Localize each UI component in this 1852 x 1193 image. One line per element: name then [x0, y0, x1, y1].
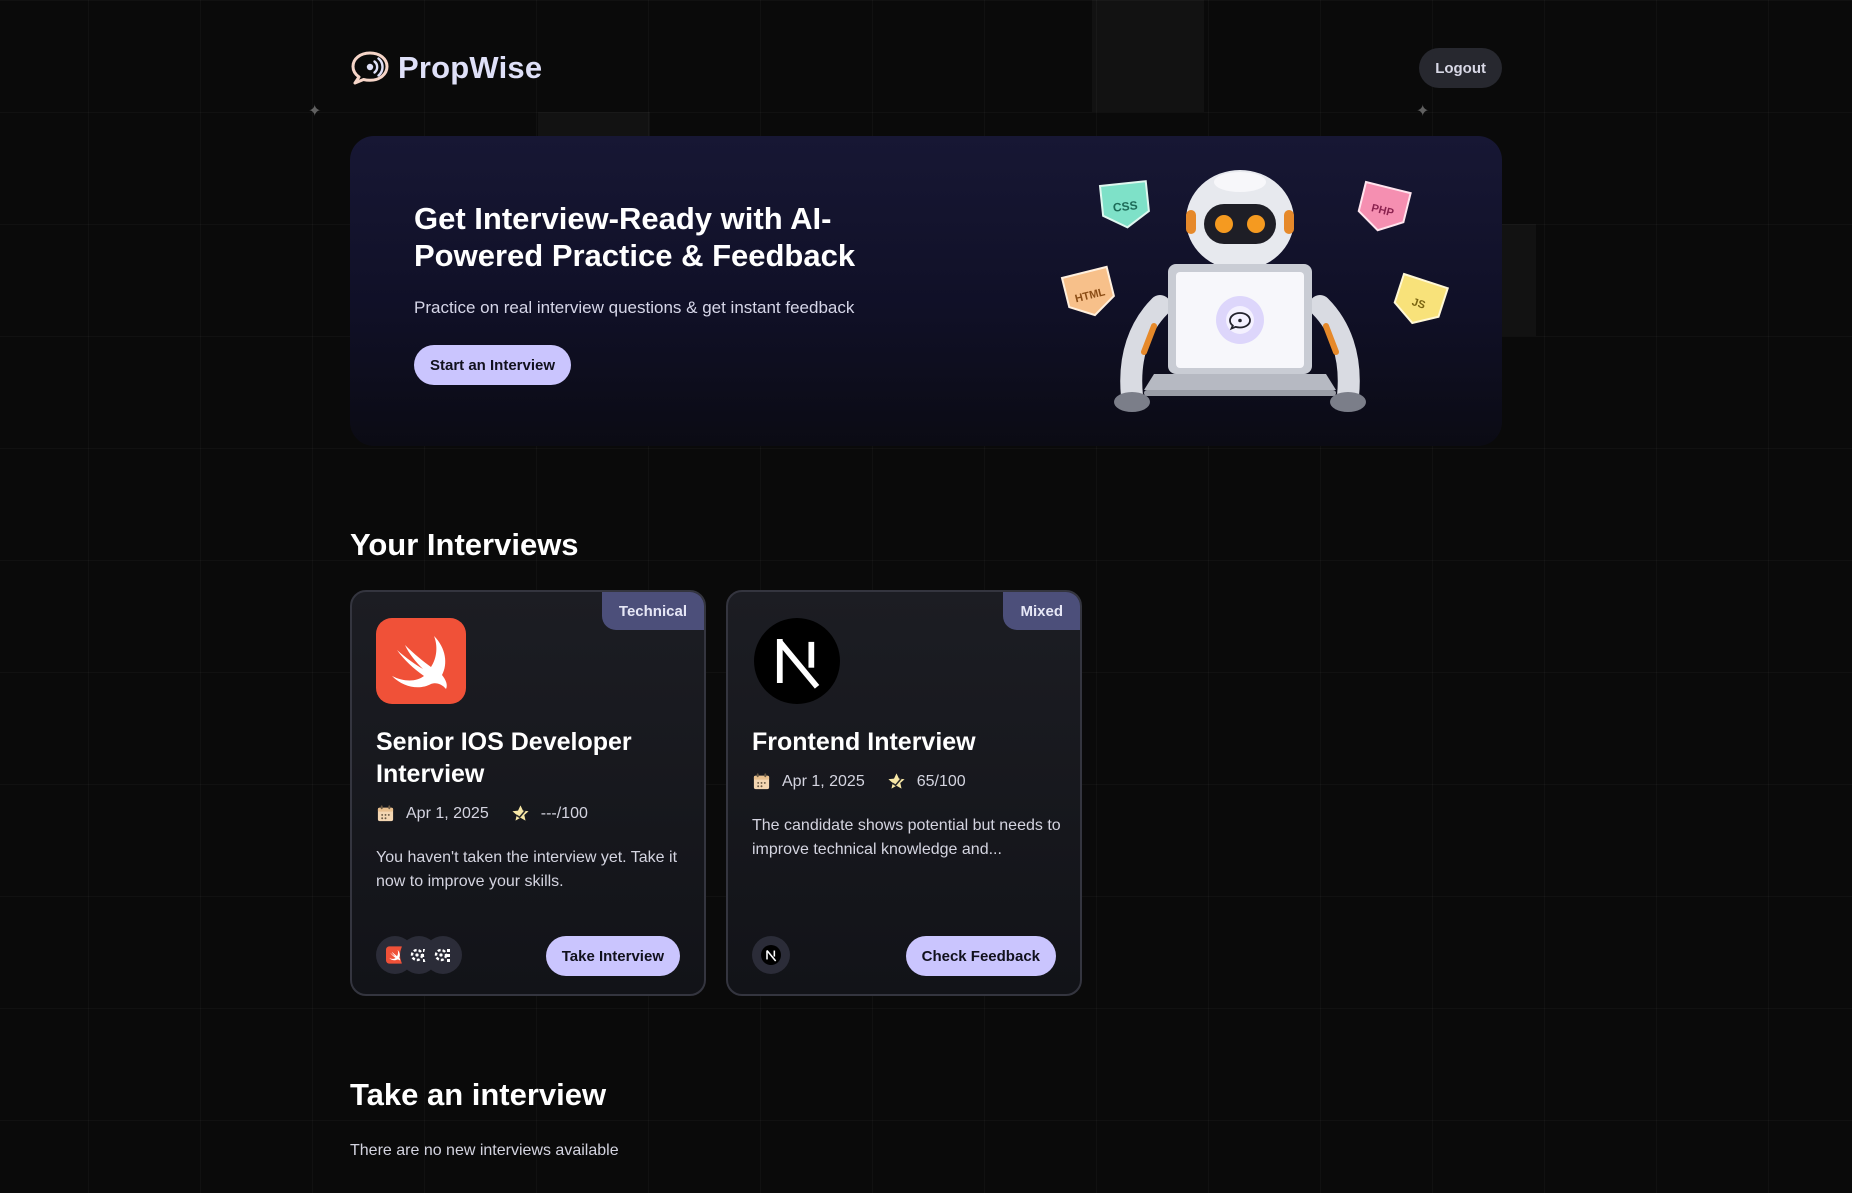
robot-illustration: CSS PHP HTML JS [1060, 170, 1450, 412]
interview-date: Apr 1, 2025 [406, 804, 489, 822]
logout-button[interactable]: Logout [1419, 48, 1502, 88]
hero-subtitle: Practice on real interview questions & g… [414, 298, 855, 317]
hero-banner: Get Interview-Ready with AI-Powered Prac… [350, 136, 1502, 446]
generic-tech-icon [424, 936, 462, 974]
interview-date: Apr 1, 2025 [782, 772, 865, 790]
grid-tile [538, 112, 650, 136]
swift-logo-icon [376, 618, 466, 704]
navbar: PropWise Logout [350, 48, 1502, 90]
brand-name: PropWise [398, 50, 543, 85]
tech-stack-icons [376, 936, 462, 974]
nextjs-icon [752, 936, 790, 974]
js-badge-icon: JS [1393, 272, 1450, 325]
sparkle-icon: ✦ [1416, 103, 1430, 120]
take-interview-button[interactable]: Take Interview [545, 936, 680, 976]
calendar-icon [753, 773, 770, 790]
check-feedback-button[interactable]: Check Feedback [905, 936, 1056, 976]
html-badge-icon: HTML [1060, 265, 1115, 317]
interview-score: 65/100 [916, 772, 966, 790]
php-badge-icon: PHP [1357, 180, 1412, 232]
interview-description: The candidate shows potential but needs … [752, 817, 1061, 858]
interview-description: You haven't taken the interview yet. Tak… [376, 849, 678, 890]
badge-css-label: CSS [1112, 198, 1138, 215]
empty-state-message: There are no new interviews available [350, 1142, 619, 1159]
nextjs-logo-icon [754, 618, 840, 704]
sparkle-icon: ✦ [308, 103, 322, 120]
interview-meta: Apr 1, 2025 ---/100 [376, 804, 588, 823]
interview-title: Senior IOS Developer Interview [376, 728, 632, 788]
interview-type-badge: Technical [601, 592, 704, 630]
interview-title: Frontend Interview [752, 728, 976, 756]
interview-type-badge: Mixed [1003, 592, 1080, 630]
your-interviews-heading: Your Interviews [350, 527, 579, 562]
chat-bubble-logo-icon [351, 51, 389, 85]
tech-stack-icons [752, 936, 790, 974]
take-interview-heading: Take an interview [350, 1077, 607, 1112]
interview-meta: Apr 1, 2025 65/100 [752, 772, 966, 791]
hero-title: Get Interview-Ready with AI-Powered Prac… [414, 201, 856, 273]
interview-card: Mixed Frontend Interview Apr 1, 2025 65/… [726, 590, 1082, 996]
css-badge-icon: CSS [1098, 180, 1150, 229]
star-icon [512, 805, 529, 821]
robot-head [1186, 170, 1294, 270]
calendar-icon [377, 805, 394, 822]
star-icon [888, 773, 905, 789]
start-interview-button[interactable]: Start an Interview [414, 345, 572, 385]
brand[interactable]: PropWise [350, 50, 542, 86]
interview-score: ---/100 [540, 804, 588, 822]
interview-card: Technical Senior IOS Developer Interview… [350, 590, 706, 996]
laptop [1144, 264, 1336, 396]
